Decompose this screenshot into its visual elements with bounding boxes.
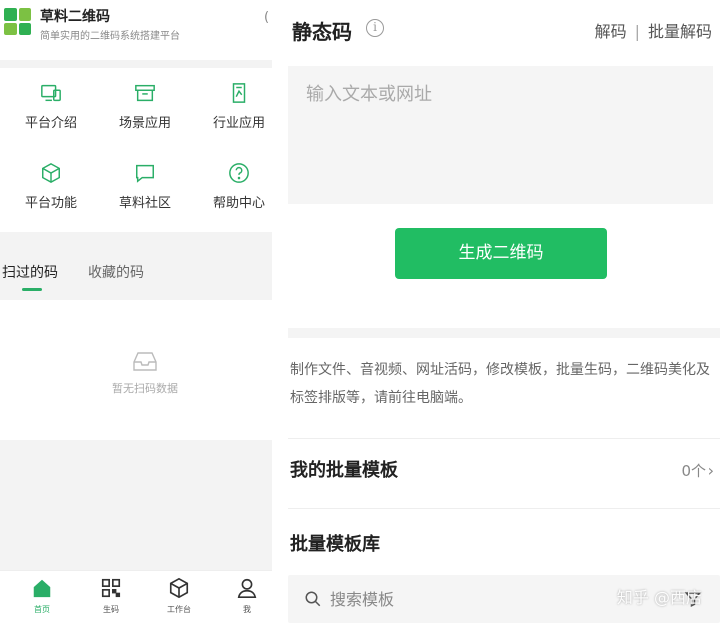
grid-item-label: 场景应用 [118, 116, 171, 131]
brand-more[interactable]: ( [264, 10, 269, 25]
section-divider [288, 328, 720, 338]
grid-item-industry[interactable]: 行业应用 [194, 68, 272, 131]
grid-item-help[interactable]: 帮助中心 [194, 148, 272, 211]
search-input[interactable] [330, 585, 570, 613]
tabbar-label: 我 [243, 605, 251, 614]
tab-active-indicator [22, 288, 42, 291]
document-icon [232, 83, 246, 103]
grid-item-community[interactable]: 草料社区 [100, 148, 190, 211]
question-icon [229, 163, 249, 183]
brand-title: 草料二维码 [40, 9, 110, 25]
tabbar-label: 工作台 [167, 605, 191, 614]
grid-item-platform-features[interactable]: 平台功能 [6, 148, 96, 211]
tabbar-label: 生码 [103, 605, 119, 614]
box-icon [135, 84, 155, 102]
tabbar-generate[interactable]: 生码 [86, 577, 136, 615]
user-icon [237, 578, 257, 598]
tabbar-workbench[interactable]: 工作台 [154, 577, 204, 615]
chevron-right-icon[interactable]: › [708, 461, 714, 480]
tabbar-me[interactable]: 我 [222, 577, 272, 615]
desktop-notice: 制作文件、音视频、网址活码，修改模板，批量生码，二维码美化及标签排版等，请前往电… [290, 362, 710, 406]
grid-item-label: 草料社区 [118, 196, 171, 211]
grid-item-scenario[interactable]: 场景应用 [100, 68, 190, 131]
empty-state: 暂无扫码数据 [0, 300, 272, 440]
info-icon[interactable]: i [366, 19, 384, 37]
chat-icon [136, 164, 154, 183]
inbox-icon [133, 352, 157, 371]
feature-grid: 平台介绍 场景应用 行业应用 平台功能 草料社区 帮助中心 [0, 68, 272, 232]
section-divider [288, 508, 720, 509]
cube-icon [42, 162, 60, 184]
tab-scanned[interactable]: 扫过的码 [2, 262, 58, 282]
tabbar-label: 首页 [34, 605, 50, 614]
my-batch-templates-label[interactable]: 我的批量模板 [290, 456, 398, 482]
section-divider [0, 60, 272, 68]
section-divider [288, 438, 720, 439]
empty-state-text: 暂无扫码数据 [112, 382, 178, 395]
grid-item-label: 帮助中心 [212, 196, 265, 211]
brand-header: 草料二维码 简单实用的二维码系统搭建平台 ( [0, 0, 272, 60]
tabbar-home[interactable]: 首页 [17, 577, 67, 615]
batch-decode-link[interactable]: 批量解码 [648, 22, 712, 41]
link-separator: | [634, 22, 640, 41]
brand-subtitle: 简单实用的二维码系统搭建平台 [40, 31, 180, 42]
scan-tabs: 扫过的码 收藏的码 [0, 242, 272, 300]
gray-spacer [0, 440, 272, 570]
grid-item-label: 平台功能 [24, 196, 77, 211]
watermark: 知乎 @西店 [616, 588, 702, 607]
panel-gap [272, 0, 288, 625]
tab-favorites[interactable]: 收藏的码 [88, 262, 144, 282]
home-icon [33, 579, 51, 598]
section-divider [0, 232, 272, 242]
decode-link[interactable]: 解码 [595, 22, 627, 41]
grid-item-platform-intro[interactable]: 平台介绍 [6, 68, 96, 131]
grid-item-label: 行业应用 [212, 116, 265, 131]
device-icon [41, 84, 61, 102]
right-panel: 静态码 i 解码 | 批量解码 生成二维码 制作文件、音视频、网址活码，修改模板，批… [288, 0, 720, 625]
search-icon [305, 591, 321, 607]
bottom-tabbar: 首页 生码 工作台 我 [0, 570, 272, 625]
batch-template-library-title: 批量模板库 [290, 534, 380, 555]
generate-qrcode-button[interactable]: 生成二维码 [395, 228, 607, 279]
page-title: 静态码 [292, 20, 352, 44]
left-panel: 草料二维码 简单实用的二维码系统搭建平台 ( 平台介绍 场景应用 行业应用 平台… [0, 0, 272, 625]
grid-item-label: 平台介绍 [24, 116, 77, 131]
header-links: 解码 | 批量解码 [595, 18, 712, 42]
brand-logo [4, 8, 31, 35]
workbench-icon [169, 577, 189, 599]
qrcode-icon [101, 578, 121, 598]
my-batch-templates-count[interactable]: 0个 [681, 460, 706, 481]
content-input[interactable] [288, 66, 713, 204]
